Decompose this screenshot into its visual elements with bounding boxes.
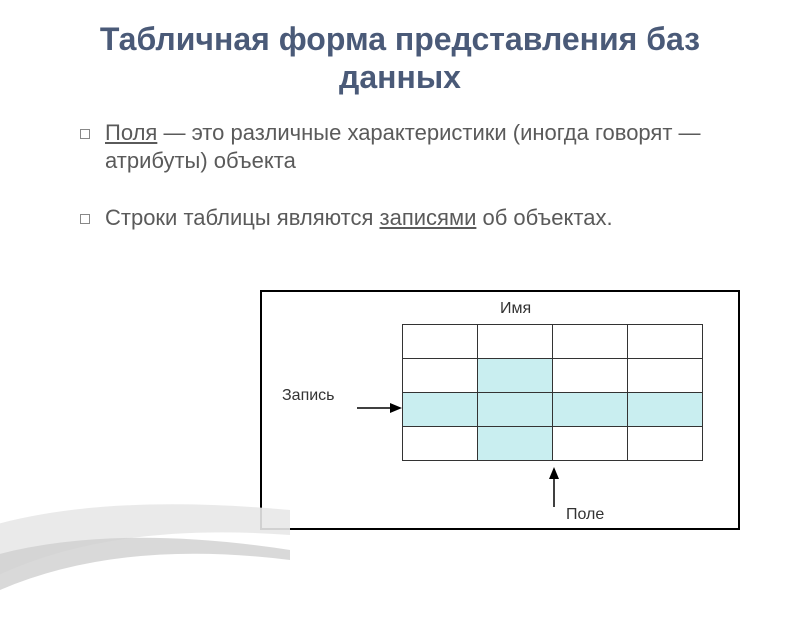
bullet-list: Поля — это различные характеристики (ино… xyxy=(60,119,740,233)
arrow-up-icon xyxy=(546,467,562,512)
table-row xyxy=(403,393,703,427)
arrow-right-icon xyxy=(357,400,402,421)
dash-1: — xyxy=(157,120,191,145)
swoosh-decoration xyxy=(0,480,290,620)
label-field: Поле xyxy=(566,506,604,524)
table-row xyxy=(403,359,703,393)
start-2: Строки таблицы являются xyxy=(105,205,380,230)
bullet-2: Строки таблицы являются записями об объе… xyxy=(80,204,740,233)
slide-title: Табличная форма представления баз данных xyxy=(60,20,740,97)
rest-1: это различные характеристики (иногда гов… xyxy=(105,120,701,174)
term-polya: Поля xyxy=(105,120,157,145)
label-record: Запись xyxy=(282,387,335,405)
label-name: Имя xyxy=(500,300,531,318)
bullet-1: Поля — это различные характеристики (ино… xyxy=(80,119,740,176)
end-2: об объектах. xyxy=(476,205,612,230)
diagram: Имя Запись Поле xyxy=(260,290,740,530)
table-row xyxy=(403,427,703,461)
term-zapisi: записями xyxy=(380,205,477,230)
table-grid xyxy=(402,324,703,461)
table-row xyxy=(403,325,703,359)
